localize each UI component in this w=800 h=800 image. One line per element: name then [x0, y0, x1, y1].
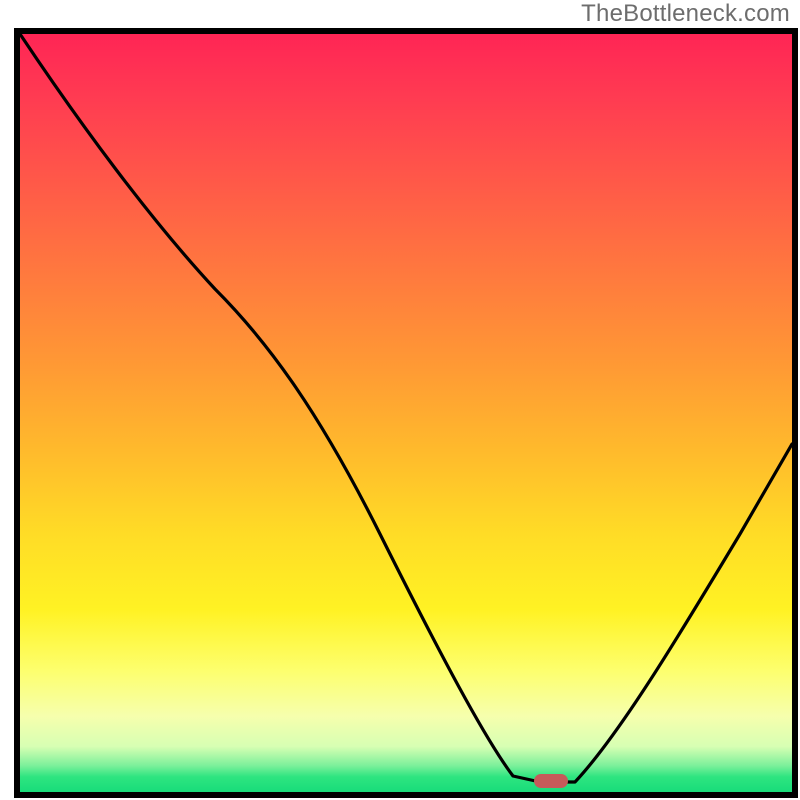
watermark-text: TheBottleneck.com	[581, 0, 790, 28]
optimal-marker	[534, 774, 568, 788]
curve-line	[20, 34, 792, 782]
plot-area	[20, 34, 792, 792]
bottleneck-curve	[20, 34, 792, 792]
